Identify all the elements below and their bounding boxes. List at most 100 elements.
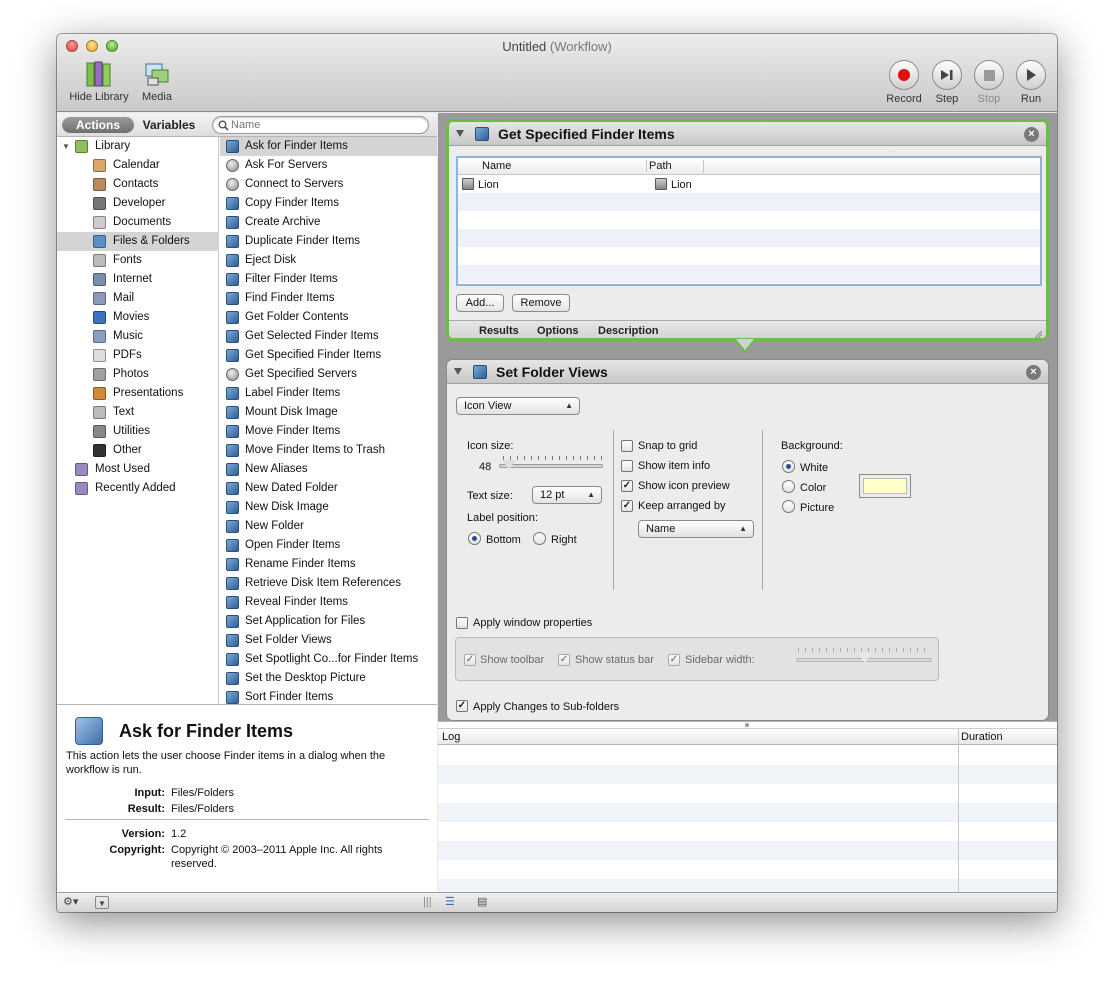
category-item[interactable]: PDFs xyxy=(57,346,219,365)
action-list-item[interactable]: Rename Finder Items xyxy=(220,555,437,574)
category-item[interactable]: Documents xyxy=(57,213,219,232)
action-list-item[interactable]: Get Specified Servers xyxy=(220,365,437,384)
action-list-item[interactable]: Get Selected Finder Items xyxy=(220,327,437,346)
remove-button[interactable]: Remove xyxy=(512,294,570,312)
gear-menu-button[interactable]: ⚙▾ xyxy=(63,895,78,910)
resize-handle-icon[interactable] xyxy=(1033,329,1043,339)
variables-tab[interactable]: Variables xyxy=(134,117,204,133)
record-button[interactable]: Record xyxy=(883,60,925,105)
action-list-item[interactable]: Move Finder Items to Trash xyxy=(220,441,437,460)
action-list-item[interactable]: Create Archive xyxy=(220,213,437,232)
action-list-item[interactable]: Ask for Finder Items xyxy=(220,137,437,156)
category-item[interactable]: Fonts xyxy=(57,251,219,270)
category-item[interactable]: Files & Folders xyxy=(57,232,219,251)
category-item[interactable]: Music xyxy=(57,327,219,346)
action-list-item[interactable]: Label Finder Items xyxy=(220,384,437,403)
category-item[interactable]: Utilities xyxy=(57,422,219,441)
toggle-description-button[interactable]: ▼ xyxy=(95,896,109,909)
run-button[interactable]: Run xyxy=(1011,60,1051,105)
sidebar-width-checkbox[interactable]: ✓ xyxy=(668,654,680,666)
snap-to-grid-checkbox[interactable] xyxy=(621,440,633,452)
actions-tab[interactable]: Actions xyxy=(62,117,134,133)
step-button[interactable]: Step xyxy=(927,60,967,105)
background-color-well[interactable] xyxy=(859,474,911,498)
action-list-item[interactable]: Set Spotlight Co...for Finder Items xyxy=(220,650,437,669)
action-list-item[interactable]: Get Specified Finder Items xyxy=(220,346,437,365)
action-list-item[interactable]: Find Finder Items xyxy=(220,289,437,308)
apply-to-subfolders-checkbox[interactable]: ✓ xyxy=(456,700,468,712)
category-item[interactable]: Movies xyxy=(57,308,219,327)
show-icon-preview-checkbox[interactable]: ✓ xyxy=(621,480,633,492)
action-list-item[interactable]: New Folder xyxy=(220,517,437,536)
stop-button[interactable]: Stop xyxy=(969,60,1009,105)
category-item[interactable]: Other xyxy=(57,441,219,460)
category-item[interactable]: Photos xyxy=(57,365,219,384)
category-item[interactable]: Internet xyxy=(57,270,219,289)
add-button[interactable]: Add... xyxy=(456,294,504,312)
list-view-button[interactable]: ☰ xyxy=(445,895,455,910)
category-item[interactable]: Mail xyxy=(57,289,219,308)
hide-library-button[interactable]: Hide Library xyxy=(65,60,133,103)
log-view-button[interactable]: ▤ xyxy=(477,895,487,910)
finder-items-table[interactable]: Name Path Lion Lion xyxy=(456,156,1042,286)
white-radio[interactable] xyxy=(782,460,795,473)
media-button[interactable]: Media xyxy=(137,60,177,103)
action-get-specified-finder-items[interactable]: Get Specified Finder Items × Name Path L… xyxy=(446,119,1049,341)
action-list-item[interactable]: Ask For Servers xyxy=(220,156,437,175)
remove-action-icon[interactable]: × xyxy=(1024,127,1039,142)
category-item[interactable]: Recently Added xyxy=(57,479,219,498)
slider-thumb[interactable] xyxy=(502,460,516,470)
action-list-item[interactable]: Copy Finder Items xyxy=(220,194,437,213)
category-item[interactable]: Presentations xyxy=(57,384,219,403)
view-style-popup[interactable]: Icon View ▲ xyxy=(456,397,580,415)
picture-radio[interactable] xyxy=(782,500,795,513)
disclosure-triangle-icon[interactable] xyxy=(454,368,462,375)
show-item-info-checkbox[interactable] xyxy=(621,460,633,472)
search-field[interactable] xyxy=(212,116,429,134)
action-list-item[interactable]: Eject Disk xyxy=(220,251,437,270)
show-status-bar-checkbox[interactable]: ✓ xyxy=(558,654,570,666)
action-list-item[interactable]: Open Finder Items xyxy=(220,536,437,555)
show-toolbar-checkbox[interactable]: ✓ xyxy=(464,654,476,666)
log-column-header[interactable]: Log xyxy=(442,731,460,743)
action-list-item[interactable]: Set Folder Views xyxy=(220,631,437,650)
category-item[interactable]: Contacts xyxy=(57,175,219,194)
disclosure-triangle-icon[interactable]: ▼ xyxy=(62,137,70,156)
search-input[interactable] xyxy=(231,119,421,131)
disclosure-triangle-icon[interactable] xyxy=(456,130,464,137)
path-column-header[interactable]: Path xyxy=(646,160,672,172)
column-resize-icon[interactable]: ||| xyxy=(423,895,432,910)
keep-arranged-checkbox[interactable]: ✓ xyxy=(621,500,633,512)
slider-thumb[interactable] xyxy=(858,653,872,663)
duration-column-header[interactable]: Duration xyxy=(961,731,1003,743)
right-radio[interactable] xyxy=(533,532,546,545)
action-list-item[interactable]: Reveal Finder Items xyxy=(220,593,437,612)
apply-window-properties-checkbox[interactable] xyxy=(456,617,468,629)
action-list-item[interactable]: Filter Finder Items xyxy=(220,270,437,289)
description-tab[interactable]: Description xyxy=(598,325,659,337)
table-row[interactable]: Lion Lion xyxy=(458,175,1040,193)
category-item[interactable]: ▼ Library xyxy=(57,137,219,156)
results-tab[interactable]: Results xyxy=(479,325,519,337)
text-size-popup[interactable]: 12 pt ▲ xyxy=(532,486,602,504)
action-list-item[interactable]: Connect to Servers xyxy=(220,175,437,194)
splitter-handle-icon[interactable] xyxy=(745,723,749,727)
category-item[interactable]: Calendar xyxy=(57,156,219,175)
category-item[interactable]: Developer xyxy=(57,194,219,213)
arrange-by-popup[interactable]: Name ▲ xyxy=(638,520,754,538)
action-list-item[interactable]: New Aliases xyxy=(220,460,437,479)
bottom-radio[interactable] xyxy=(468,532,481,545)
action-set-folder-views[interactable]: Set Folder Views × Icon View ▲ Icon size:… xyxy=(446,359,1049,721)
remove-action-icon[interactable]: × xyxy=(1026,365,1041,380)
action-list-item[interactable]: Duplicate Finder Items xyxy=(220,232,437,251)
action-list-item[interactable]: New Dated Folder xyxy=(220,479,437,498)
action-list-item[interactable]: Set Application for Files xyxy=(220,612,437,631)
color-radio[interactable] xyxy=(782,480,795,493)
category-item[interactable]: Most Used xyxy=(57,460,219,479)
action-list-item[interactable]: Move Finder Items xyxy=(220,422,437,441)
action-list-item[interactable]: Get Folder Contents xyxy=(220,308,437,327)
action-list-item[interactable]: New Disk Image xyxy=(220,498,437,517)
action-list-item[interactable]: Retrieve Disk Item References xyxy=(220,574,437,593)
category-item[interactable]: Text xyxy=(57,403,219,422)
action-list-item[interactable]: Set the Desktop Picture xyxy=(220,669,437,688)
